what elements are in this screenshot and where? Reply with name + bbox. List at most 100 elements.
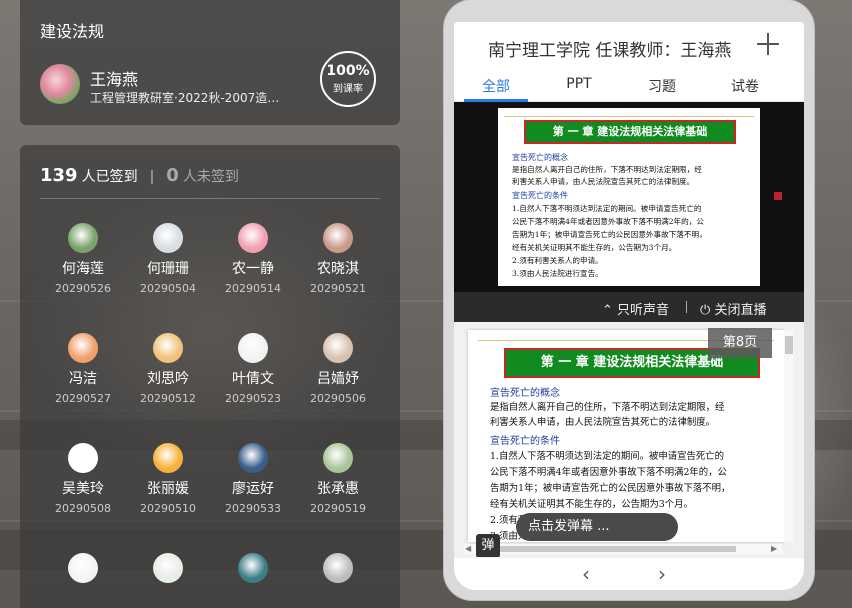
audio-only-label: 只听声音 [617,303,670,318]
student-item: 刘思吟 20290512 [125,333,211,405]
signed-count: 139 [40,165,78,186]
student-name: 吴美玲 [62,481,104,497]
student-avatar [238,333,268,363]
student-name: 冯洁 [69,371,97,387]
danmu-input[interactable]: 点击发弹幕 ... [516,513,678,541]
student-item: 何珊珊 20290504 [125,223,211,295]
phone-screen: 南宁理工学院 任课教师：王海燕 全部 PPT 习题 试卷 第 一 章 建设法规相… [454,22,804,590]
student-id: 20290526 [55,282,111,295]
video-control-bar: ⌃ 只听声音 ⏻ 关闭直播 [454,292,804,322]
signed-label: 人已签到 [81,169,138,185]
slide-text-line: 告期为1年；被申请宣告死亡的公民因意外事故下落不明， [490,483,731,494]
student-name: 张丽媛 [147,481,189,497]
student-avatar [68,553,98,583]
student-avatar [153,223,183,253]
student-item: 何海莲 20290526 [40,223,126,295]
video-slide-chapter: 第 一 章 建设法规相关法律基础 [524,120,736,144]
student-item [295,553,381,588]
course-info-card: 建设法规 王海燕 工程管理教研室·2022秋-2007造价... 100% 到课… [20,0,400,125]
danmu-toggle-button[interactable]: 弹 [476,534,500,558]
video-slide-line: 利害关系人申请，由人民法院宣告其死亡的法律制度。 [512,177,695,186]
student-name: 何珊珊 [147,261,189,277]
video-slide-line: 公民下落不明满4年或者因意外事故下落不明满2年的，公 [512,217,704,226]
student-id: 20290523 [225,392,281,405]
slide-heading-1: 宣告死亡的概念 [490,388,560,399]
tab-exams[interactable]: 试卷 [713,76,777,96]
unsigned-count: 0 [166,165,179,186]
course-title: 建设法规 [40,22,105,41]
student-avatar [323,553,353,583]
previous-page-button[interactable]: ‹ [582,562,590,586]
attendance-card: 139 人已签到 | 0 人未签到 何海莲 20290526 何珊珊 20290504 农一静 2… [20,145,400,608]
student-item [210,553,296,588]
video-slide-head-2: 宣告死亡的条件 [512,191,568,200]
live-video[interactable]: 第 一 章 建设法规相关法律基础 宣告死亡的概念 是指自然人离开自己的住所，下落… [454,102,804,292]
video-slide-line: 3.须由人民法院进行宣告。 [512,269,603,278]
scroll-left-icon[interactable]: ◀ [465,544,471,553]
student-id: 20290533 [225,502,281,515]
video-slide-line: 2.须有利害关系人的申请。 [512,256,603,265]
attendance-rate-label: 到课率 [333,84,363,95]
close-live-button[interactable]: ⏻ 关闭直播 [700,299,766,318]
student-id: 20290521 [310,282,366,295]
student-avatar [153,443,183,473]
student-item: 吕嫱妤 20290506 [295,333,381,405]
audio-only-button[interactable]: ⌃ 只听声音 [602,299,669,318]
student-name: 农一静 [232,261,274,277]
video-marker [774,192,782,200]
video-slide-line: 告期为1年；被申请宣告死亡的公民因意外事故下落不明， [512,230,707,239]
student-item: 张承惠 20290519 [295,443,381,515]
unsigned-label: 人未签到 [182,169,239,185]
student-avatar [238,553,268,583]
student-avatar [68,443,98,473]
student-id: 20290510 [140,502,196,515]
student-item: 廖运好 20290533 [210,443,296,515]
student-avatar [323,333,353,363]
slide-heading-2: 宣告死亡的条件 [490,436,560,447]
slide-page: 第 一 章 建设法规相关法律基础 宣告死亡的概念 是指自然人离开自己的住所，下落… [468,330,784,542]
video-bar-separator [686,301,687,313]
slide-text-line: 是指自然人离开自己的住所，下落不明达到法定期限，经 [490,402,725,413]
close-live-label: 关闭直播 [714,303,767,318]
page-number-badge: 第8页 [708,328,772,358]
student-name: 叶倩文 [232,371,274,387]
slide-text-line: 公民下落不明满4年或者因意外事故下落不明满2年的，公 [490,467,727,478]
student-id: 20290514 [225,282,281,295]
tab-exercises[interactable]: 习题 [630,76,694,96]
horizontal-scroll-thumb[interactable] [476,546,736,552]
student-name: 吕嫱妤 [317,371,359,387]
horizontal-scrollbar[interactable]: ◀ ▶ [464,544,782,554]
video-slide-head-1: 宣告死亡的概念 [512,153,568,162]
phone-header: 南宁理工学院 任课教师：王海燕 [454,22,804,68]
student-id: 20290508 [55,502,111,515]
tab-ppt[interactable]: PPT [547,76,611,92]
student-avatar [153,553,183,583]
student-id: 20290506 [310,392,366,405]
vertical-scrollbar[interactable] [784,330,794,542]
power-icon: ⏻ [700,303,711,318]
vertical-scroll-thumb[interactable] [785,336,793,354]
student-id: 20290512 [140,392,196,405]
student-avatar [323,443,353,473]
phone-tabs: 全部 PPT 习题 试卷 [454,68,804,102]
student-item: 农晓淇 20290521 [295,223,381,295]
student-avatar [323,223,353,253]
add-icon[interactable] [756,32,780,56]
student-item [40,553,126,588]
video-slide-line: 是指自然人离开自己的住所，下落不明达到法定期限，经 [512,165,702,174]
tab-all[interactable]: 全部 [464,76,528,96]
student-id: 20290519 [310,502,366,515]
student-avatar [153,333,183,363]
scroll-right-icon[interactable]: ▶ [771,544,777,553]
attendance-rate-badge: 100% 到课率 [320,51,376,107]
student-avatar [238,223,268,253]
student-id: 20290527 [55,392,111,405]
student-name: 刘思吟 [147,371,189,387]
phone-frame: 南宁理工学院 任课教师：王海燕 全部 PPT 习题 试卷 第 一 章 建设法规相… [444,0,814,600]
slide-text-line: 利害关系人申请，由人民法院宣告其死亡的法律制度。 [490,417,716,428]
student-id: 20290504 [140,282,196,295]
teacher-avatar [40,64,80,104]
next-page-button[interactable]: › [658,562,666,586]
student-item: 农一静 20290514 [210,223,296,295]
student-name: 何海莲 [62,261,104,277]
